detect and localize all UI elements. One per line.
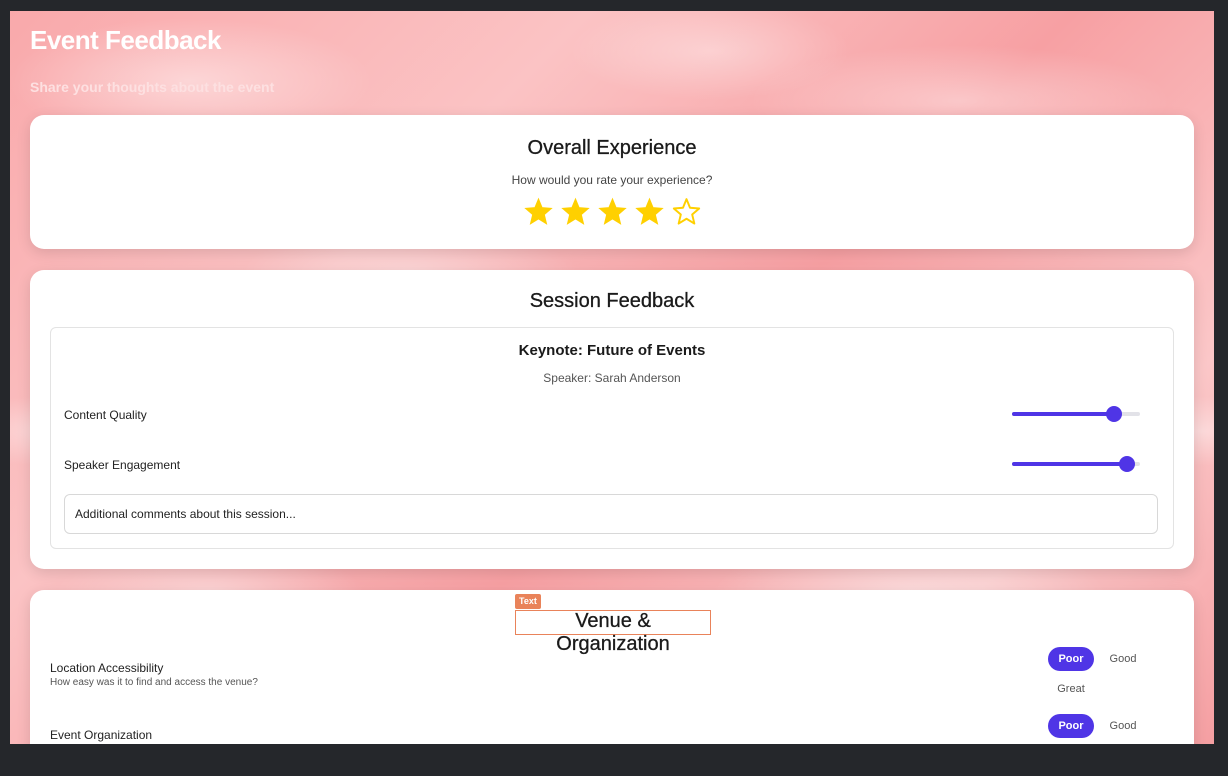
speaker-engagement-slider[interactable] [1012,456,1140,472]
session-comments-input[interactable] [64,494,1158,534]
star-outline-icon[interactable] [672,197,701,226]
slider-thumb[interactable] [1106,406,1123,422]
option-good[interactable]: Good [1100,714,1146,738]
venue-organization-card: Text Venue & Organization Location Acces… [30,590,1194,744]
session-feedback-card: Session Feedback Keynote: Future of Even… [30,270,1194,569]
option-great[interactable]: Great [1048,677,1094,701]
page-viewport: Event Feedback Share your thoughts about… [10,11,1214,744]
page-title: Event Feedback [30,25,221,55]
content-quality-slider[interactable] [1012,406,1140,422]
option-poor[interactable]: Poor [1048,647,1094,671]
location-accessibility-label: Location Accessibility [50,661,164,675]
session-name: Keynote: Future of Events [518,342,706,359]
page-subtitle: Share your thoughts about the event [30,79,275,95]
overall-experience-card: Overall Experience How would you rate yo… [30,115,1194,249]
venue-organization-title: Venue & Organization [556,610,670,655]
session-feedback-title: Session Feedback [529,290,695,312]
selected-text-outline: Venue & Organization [515,610,711,655]
session-speaker: Speaker: Sarah Anderson [543,371,681,385]
star-icon[interactable] [634,197,664,226]
star-icon[interactable] [597,197,627,226]
session-item: Keynote: Future of Events Speaker: Sarah… [50,327,1174,549]
option-poor[interactable]: Poor [1048,714,1094,738]
slider-fill [1012,412,1115,416]
slider-fill [1012,462,1128,466]
location-accessibility-description: How easy was it to find and access the v… [50,677,258,688]
overall-experience-title: Overall Experience [527,137,697,159]
text-element-tag: Text [515,594,541,609]
slider-thumb[interactable] [1119,456,1136,472]
event-organization-label: Event Organization [50,728,153,742]
speaker-engagement-label: Speaker Engagement [64,458,181,472]
star-rating [30,197,1194,226]
star-icon[interactable] [523,197,553,226]
star-icon[interactable] [560,197,590,226]
content-quality-label: Content Quality [64,408,147,422]
overall-experience-question: How would you rate your experience? [511,173,713,187]
option-good[interactable]: Good [1100,647,1146,671]
